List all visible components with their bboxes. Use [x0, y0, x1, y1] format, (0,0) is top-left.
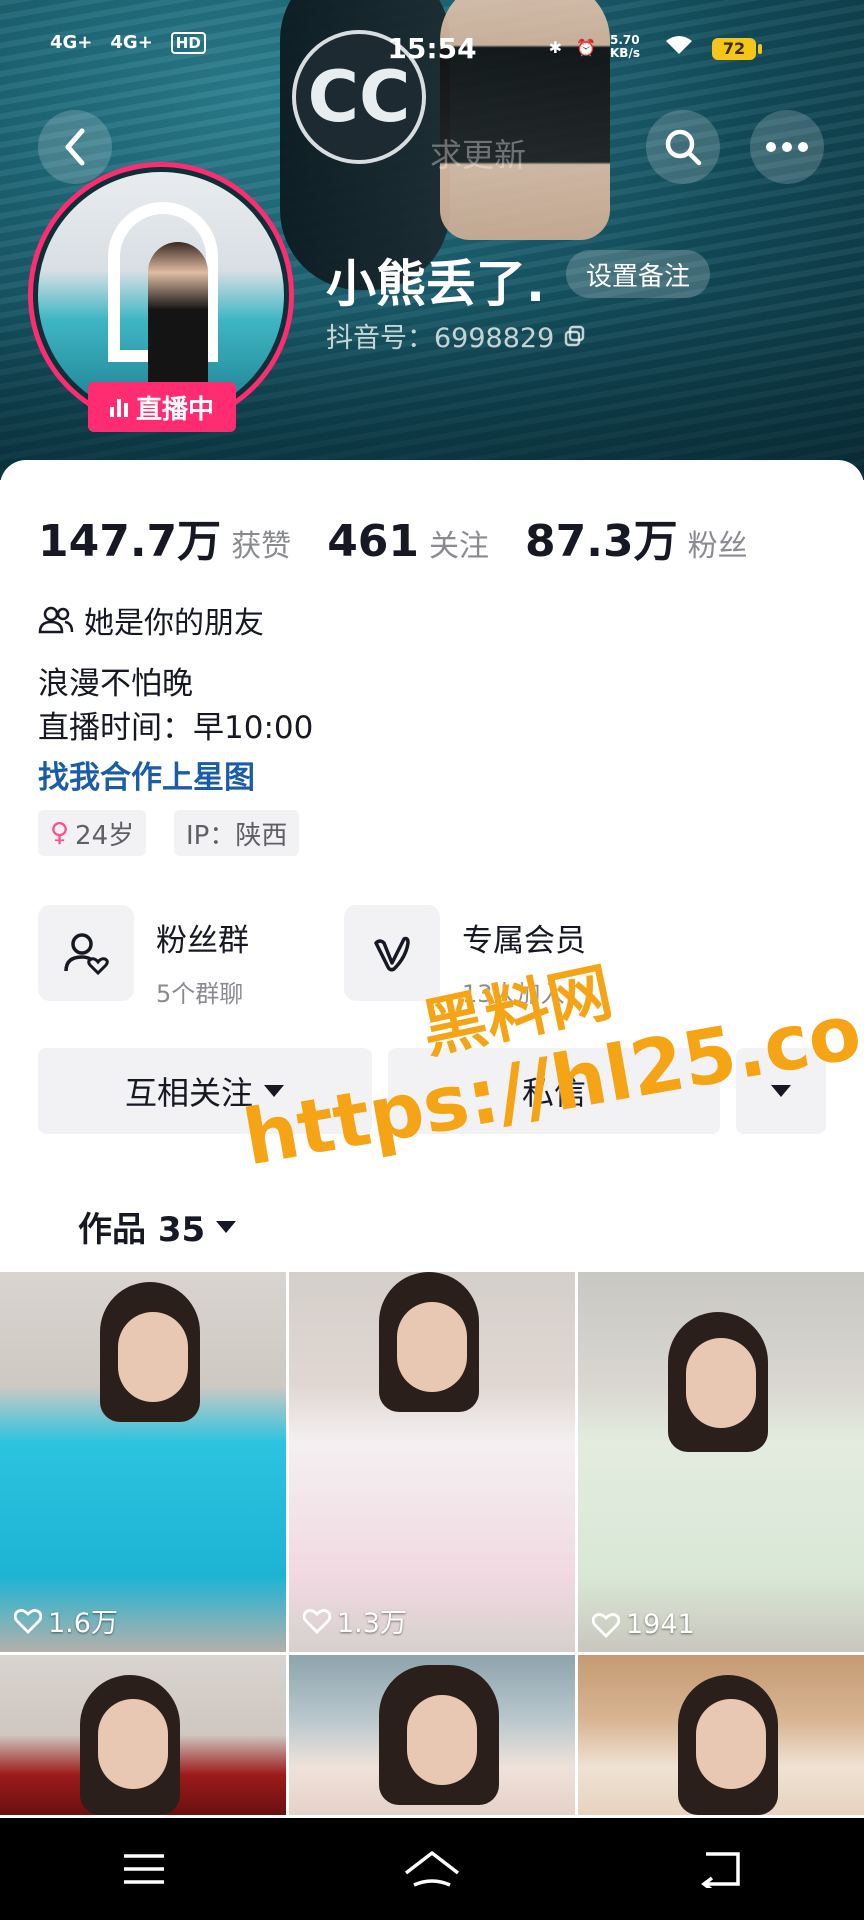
thumb-face	[696, 1699, 766, 1789]
bluetooth-icon: ✱	[548, 37, 563, 57]
search-icon	[665, 129, 702, 166]
alarm-icon: ⏰	[576, 37, 596, 57]
system-nav-bar	[0, 1818, 864, 1920]
live-bars-icon	[109, 397, 128, 417]
relation-row[interactable]: 她是你的朋友	[38, 598, 264, 642]
relation-text: 她是你的朋友	[84, 606, 264, 641]
video-grid: 1.6万 1.3万 1941	[0, 1272, 864, 1815]
chevron-left-icon	[65, 128, 85, 166]
female-icon: ♀	[50, 818, 70, 848]
more-button[interactable]	[750, 110, 824, 184]
video-likes-count: 1941	[626, 1609, 695, 1640]
live-badge[interactable]: 直播中	[88, 382, 236, 432]
fans-group-icon-box	[38, 905, 134, 1001]
thumb-face	[686, 1338, 756, 1428]
live-badge-label: 直播中	[135, 394, 214, 425]
video-likes-count: 1.3万	[337, 1608, 407, 1639]
video-likes: 1941	[592, 1609, 695, 1640]
video-thumbnail[interactable]: 1941	[578, 1272, 864, 1652]
home-icon	[404, 1851, 460, 1887]
collab-link[interactable]: 找我合作上星图	[38, 752, 255, 797]
video-thumbnail[interactable]	[578, 1655, 864, 1815]
video-thumbnail[interactable]	[289, 1655, 575, 1815]
stat-likes[interactable]: 147.7万 获赞	[38, 505, 291, 569]
mutual-follow-label: 互相关注	[124, 1074, 253, 1112]
thumb-face	[98, 1699, 168, 1789]
age-text: 24岁	[75, 820, 135, 851]
fans-group-icon	[64, 933, 109, 976]
stat-value: 87.3万	[525, 516, 678, 567]
menu-icon	[124, 1854, 164, 1884]
video-thumbnail[interactable]: 1.6万	[0, 1272, 286, 1652]
back-button[interactable]	[38, 110, 112, 184]
heart-icon	[592, 1612, 620, 1638]
stat-label: 获赞	[231, 529, 292, 564]
set-remark-button[interactable]: 设置备注	[566, 250, 711, 298]
copy-icon[interactable]	[564, 325, 586, 347]
bio-line-1: 浪漫不怕晚	[38, 666, 193, 702]
thumb-face	[407, 1695, 477, 1785]
cover-overlay-text: 求更新	[430, 136, 527, 174]
heart-icon	[14, 1608, 42, 1634]
video-likes-count: 1.6万	[48, 1608, 118, 1639]
nav-home-button[interactable]	[392, 1839, 472, 1899]
nav-menu-button[interactable]	[104, 1839, 184, 1899]
age-tag: ♀ 24岁	[38, 810, 147, 856]
caret-down-icon	[216, 1220, 237, 1233]
video-likes: 1.6万	[14, 1601, 118, 1640]
status-right: ✱ ⏰ 5.70 KB/s	[549, 34, 694, 60]
net-speed: 5.70 KB/s	[610, 33, 640, 60]
stat-following[interactable]: 461 关注	[327, 516, 489, 567]
douyin-id-text: 抖音号：6998829	[326, 323, 555, 354]
wifi-icon	[664, 34, 694, 60]
tab-works[interactable]: 作品 35	[78, 1202, 237, 1251]
fans-group-entry[interactable]: 粉丝群 5个群聊	[38, 905, 249, 1009]
back-icon	[701, 1852, 740, 1888]
douyin-id[interactable]: 抖音号：6998829	[326, 316, 586, 355]
search-button[interactable]	[646, 110, 720, 184]
stat-followers[interactable]: 87.3万 粉丝	[525, 505, 748, 569]
friends-icon	[38, 606, 74, 634]
fans-group-subtitle: 5个群聊	[156, 980, 244, 1008]
thumb-face	[397, 1302, 467, 1392]
heart-icon	[303, 1608, 331, 1634]
video-likes: 1.3万	[303, 1601, 407, 1640]
thumb-face	[118, 1312, 188, 1402]
ip-tag: IP：陕西	[174, 810, 300, 856]
membership-v-icon	[374, 936, 410, 972]
fans-group-title: 粉丝群	[156, 923, 249, 959]
more-dots-icon	[766, 142, 808, 152]
video-thumbnail[interactable]	[0, 1655, 286, 1815]
bio-line-2: 直播时间：早10:00	[38, 710, 314, 746]
battery-icon: 72	[712, 38, 762, 60]
fans-group-text: 粉丝群 5个群聊	[156, 905, 249, 1009]
works-tab-label: 作品 35	[78, 1210, 206, 1250]
username: 小熊丢了.	[326, 255, 545, 313]
stats-row: 147.7万 获赞 461 关注 87.3万 粉丝	[38, 505, 784, 569]
stat-value: 461	[327, 516, 420, 567]
stat-label: 粉丝	[687, 529, 748, 564]
stat-label: 关注	[429, 529, 490, 564]
nav-back-button[interactable]	[680, 1839, 760, 1899]
stat-value: 147.7万	[38, 516, 222, 567]
video-thumbnail[interactable]: 1.3万	[289, 1272, 575, 1652]
status-bar: 4G+ 4G+ HD 15:54 ✱ ⏰ 5.70 KB/s 72	[0, 0, 864, 90]
